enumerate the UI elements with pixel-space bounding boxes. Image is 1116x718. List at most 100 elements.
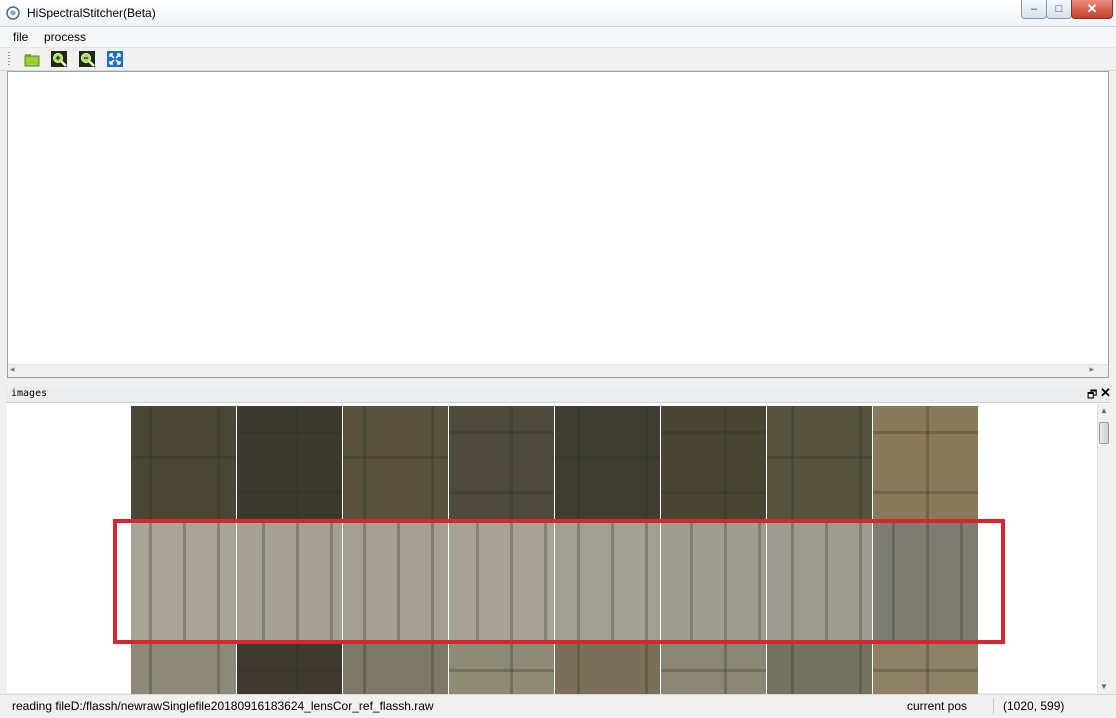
image-tile[interactable] [873,644,979,694]
field-boundary [237,491,342,494]
dock-title: images [11,388,48,399]
field-boundary [926,644,929,694]
horizontal-scrollbar[interactable]: ◂ ▸ [8,364,1108,377]
stitch-canvas[interactable]: ◂ ▸ [7,71,1109,378]
field-boundary [661,431,766,434]
maximize-button[interactable]: □ [1046,0,1072,19]
field-boundary [892,519,895,644]
field-boundary [661,491,766,494]
image-tile[interactable] [449,406,555,519]
image-tile[interactable] [555,644,661,694]
image-tile[interactable] [767,519,873,644]
field-boundary [758,519,761,644]
field-boundary [859,406,862,519]
image-tile[interactable] [237,644,343,694]
field-boundary [767,456,872,459]
field-boundary [859,519,862,644]
minimize-icon: – [1030,3,1038,15]
image-tile[interactable] [343,406,449,519]
field-boundary [237,431,342,434]
image-tile[interactable] [767,406,873,519]
field-boundary [825,519,828,644]
scroll-right-icon[interactable]: ▸ [1089,364,1094,375]
image-tile[interactable] [661,644,767,694]
current-pos-label: current pos [907,699,968,713]
image-tile[interactable] [661,519,767,644]
image-tile[interactable] [131,406,237,519]
menu-file[interactable]: file [13,30,28,44]
images-dock-header: images 🗗 ✕ [6,385,1111,403]
field-boundary [449,491,554,494]
close-icon: ✕ [1086,1,1098,16]
field-boundary [724,519,727,644]
field-boundary [661,669,766,672]
field-boundary [577,644,580,694]
status-bar: reading fileD:/flassh/newrawSinglefile20… [0,694,1116,718]
field-boundary [363,644,366,694]
menu-bar: file process [0,27,1116,48]
field-boundary [296,519,299,644]
field-boundary [960,519,963,644]
close-button[interactable]: ✕ [1071,0,1113,19]
image-tile[interactable] [873,406,979,519]
field-boundary [363,519,366,644]
dock-close-icon[interactable]: ✕ [1100,385,1111,401]
toolbar-grip[interactable] [8,52,10,66]
scroll-thumb[interactable] [1099,422,1109,444]
image-tile[interactable] [237,406,343,519]
image-tile[interactable] [343,519,449,644]
field-boundary [217,519,220,644]
field-boundary [330,519,333,644]
field-boundary [217,406,220,519]
scroll-left-icon[interactable]: ◂ [10,364,15,375]
field-boundary [431,644,434,694]
image-tile[interactable] [661,406,767,519]
image-tile[interactable] [237,519,343,644]
title-bar: HiSpectralStitcher(Beta) – □ ✕ [0,0,1116,27]
field-boundary [149,644,152,694]
field-boundary [873,491,978,494]
status-separator [993,698,994,714]
image-tile[interactable] [449,519,555,644]
toolbar [0,48,1116,71]
minimize-button[interactable]: – [1021,0,1047,19]
field-boundary [149,519,152,644]
open-folder-icon[interactable] [24,51,40,67]
field-boundary [791,406,794,519]
zoom-out-icon[interactable] [79,51,95,67]
app-icon [6,6,20,20]
field-boundary [217,644,220,694]
field-boundary [449,669,554,672]
image-tile[interactable] [873,519,979,644]
scroll-up-icon[interactable]: ▲ [1100,406,1108,415]
image-tile[interactable] [555,406,661,519]
vertical-scrollbar[interactable]: ▲ ▼ [1097,404,1111,693]
image-tile[interactable] [131,644,237,694]
field-boundary [926,406,929,519]
scroll-down-icon[interactable]: ▼ [1100,682,1108,691]
field-boundary [690,519,693,644]
field-boundary [296,406,299,519]
field-boundary [449,431,554,434]
field-boundary [577,406,580,519]
field-boundary [510,644,513,694]
current-pos-value: (1020, 599) [1003,699,1065,713]
zoom-in-icon[interactable] [51,51,67,67]
field-boundary [859,644,862,694]
image-tile[interactable] [767,644,873,694]
field-boundary [431,519,434,644]
field-boundary [791,519,794,644]
field-boundary [262,519,265,644]
image-tile[interactable] [555,519,661,644]
image-tile[interactable] [131,519,237,644]
image-tile[interactable] [343,644,449,694]
field-boundary [544,519,547,644]
field-boundary [645,406,648,519]
image-tile[interactable] [449,644,555,694]
field-boundary [183,519,186,644]
fit-view-icon[interactable] [107,51,123,67]
field-boundary [431,406,434,519]
menu-process[interactable]: process [44,30,86,44]
field-boundary [296,644,299,694]
field-boundary [149,406,152,519]
